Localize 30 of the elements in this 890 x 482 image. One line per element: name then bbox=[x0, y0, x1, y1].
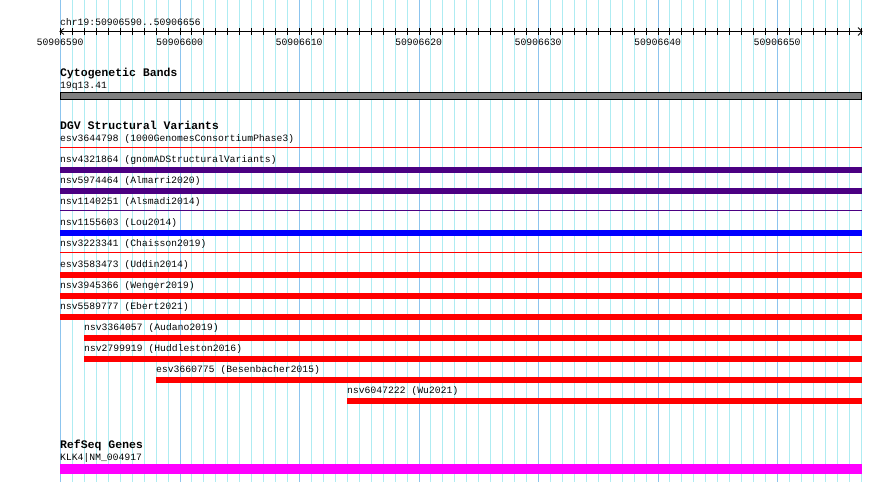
feature-line[interactable] bbox=[60, 210, 862, 211]
feature-bar[interactable] bbox=[60, 92, 862, 100]
tick-label: 50906600 bbox=[156, 37, 203, 48]
feature-label: nsv4321864 (gnomADStructuralVariants) bbox=[60, 154, 276, 166]
tick-label: 50906590 bbox=[36, 37, 84, 48]
tick-label: 50906630 bbox=[514, 37, 562, 48]
location-label: chr19:50906590..50906656 bbox=[60, 17, 200, 28]
track-title: RefSeq Genes bbox=[60, 440, 143, 452]
feature-label: nsv5589777 (Ebert2021) bbox=[60, 301, 189, 313]
feature-line[interactable] bbox=[60, 147, 862, 148]
tick-label: 50906620 bbox=[395, 37, 442, 48]
feature-label: KLK4|NM_004917 bbox=[60, 452, 142, 464]
track-title: DGV Structural Variants bbox=[60, 121, 219, 133]
feature-label: nsv1155603 (Lou2014) bbox=[60, 217, 178, 229]
feature-label: esv3583473 (Uddin2014) bbox=[60, 259, 189, 271]
feature-label: nsv2799919 (Huddleston2016) bbox=[84, 343, 242, 355]
feature-line[interactable] bbox=[60, 252, 862, 253]
feature-label: nsv1140251 (Alsmadi2014) bbox=[60, 196, 200, 208]
tick-label: 50906650 bbox=[754, 37, 800, 48]
feature-label: nsv6047222 (Wu2021) bbox=[347, 385, 458, 397]
feature-label: nsv3364057 (Audano2019) bbox=[84, 322, 219, 334]
track-title: Cytogenetic Bands bbox=[60, 68, 178, 80]
feature-label: nsv5974464 (Almarri2020) bbox=[60, 175, 200, 187]
feature-label: 19q13.41 bbox=[60, 80, 107, 92]
feature-label: nsv3223341 (Chaisson2019) bbox=[60, 238, 206, 250]
tick-label: 50906640 bbox=[634, 37, 681, 48]
feature-label: nsv3945366 (Wenger2019) bbox=[60, 280, 195, 292]
feature-label: esv3660775 (Besenbacher2015) bbox=[156, 364, 320, 376]
feature-label: esv3644798 (1000GenomesConsortiumPhase3) bbox=[60, 133, 294, 145]
tick-label: 50906610 bbox=[276, 37, 322, 48]
